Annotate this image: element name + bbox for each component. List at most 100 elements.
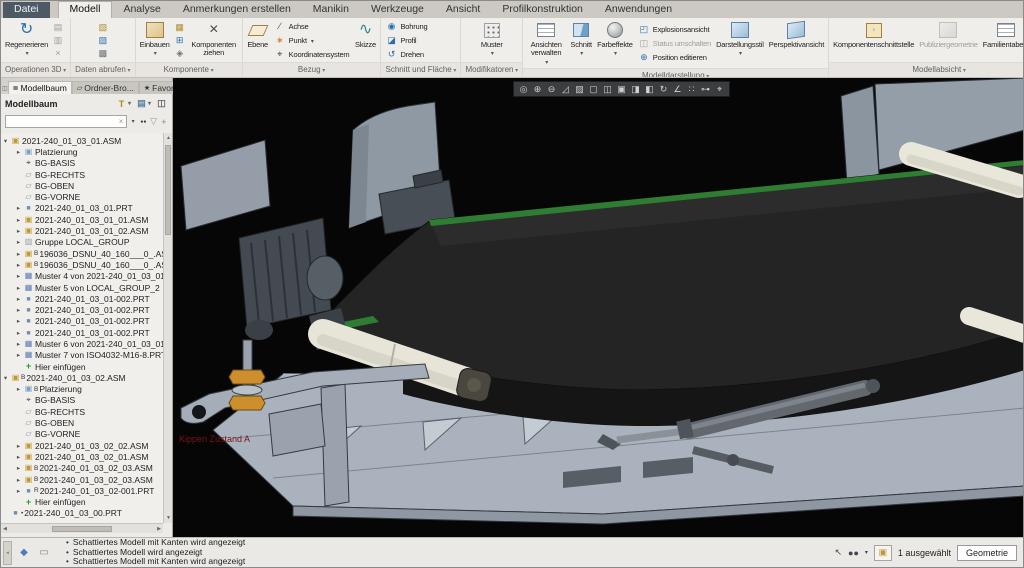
tree-item[interactable]: Muster 5 von LOCAL_GROUP_2 [1,282,163,293]
viewport-toolbar-icon[interactable]: ⌖ [713,82,726,96]
tree-expand-arrow[interactable] [14,476,23,484]
tree-filters-icon[interactable]: T [115,99,128,109]
tree-item[interactable]: 2021-240_01_03_02_01.ASM [1,451,163,462]
search-clear-icon[interactable]: × [116,117,126,126]
tree-item[interactable]: Platzierung [1,146,163,157]
viewport-toolbar-icon[interactable]: ↻ [657,82,670,96]
ribbon-tab[interactable]: Werkzeuge [360,2,435,18]
copy-geometry-icon[interactable]: ▩ [97,47,109,59]
drag-components-button[interactable]: × Komponenten ziehen [188,19,240,61]
scroll-up-icon[interactable]: ▲ [164,133,173,143]
repeat-component-icon[interactable]: ⊞ [174,34,186,46]
ribbon-tab[interactable]: Modell [58,1,113,18]
copy-icon[interactable]: ▤ [52,21,64,33]
tree-search-box[interactable]: × [5,115,127,128]
tree-item[interactable]: BG-BASIS [1,158,163,169]
tree-item[interactable]: • 2021-240_01_03_00.PRT [1,508,163,519]
tree-item[interactable]: 2021-240_01_03_01_01.ASM [1,214,163,225]
csys-button[interactable]: ⌖ Koordinatensystem [272,48,352,61]
search-tool-icon[interactable]: ●● [848,548,859,558]
tree-expand-arrow[interactable] [14,464,23,472]
group-label-bezug[interactable]: Bezug [243,62,381,77]
toggle-status-button[interactable]: ◫ Status umschalten [636,37,713,50]
viewport-toolbar-icon[interactable]: ◫ [601,82,614,96]
group-label-modifikatoren[interactable]: Modifikatoren [461,62,522,77]
appearances-button[interactable]: Farbeffekte [595,19,635,67]
edit-position-button[interactable]: ⊕ Position editieren [636,51,713,64]
tree-item[interactable]: 2021-240_01_03_01-002.PRT [1,327,163,338]
tree-expand-arrow[interactable] [14,340,23,348]
tree-item[interactable]: Muster 6 von 2021-240_01_03_01-003.PRT [1,338,163,349]
scroll-down-icon[interactable]: ▼ [164,513,173,523]
tree-expand-arrow[interactable] [14,238,23,246]
tree-item[interactable]: B 2021-240_01_03_02_03.ASM [1,474,163,485]
assemble-button[interactable]: Einbauen [138,19,172,61]
tree-expand-arrow[interactable] [14,216,23,224]
tree-item[interactable]: Hier einfügen [1,497,163,508]
filter-funnel-icon[interactable]: ▽ [150,116,158,127]
graphics-viewport[interactable]: ◎⊕⊖◿▨▢◫▣◨◧↻∠∷⊶⌖ [173,78,1024,537]
tree-item[interactable]: 2021-240_01_03_01_02.ASM [1,225,163,236]
viewport-toolbar-icon[interactable]: ⊶ [699,82,712,96]
group-label-modelldarstellung[interactable]: Modelldarstellung [523,68,828,78]
tree-item[interactable]: BG-RECHTS [1,169,163,180]
tree-item[interactable]: BG-OBEN [1,417,163,428]
search-binoculars-icon[interactable]: ●● [139,119,147,125]
tree-item[interactable]: 2021-240_01_03_01-002.PRT [1,316,163,327]
tree-item[interactable]: B Platzierung [1,384,163,395]
viewport-toolbar-icon[interactable]: ◧ [643,82,656,96]
manage-views-button[interactable]: Ansichten verwalten [525,19,567,67]
viewport-toolbar-icon[interactable]: ▣ [615,82,628,96]
tree-expand-arrow[interactable] [14,385,23,393]
search-tool-dropdown-icon[interactable]: ▾ [865,549,868,556]
find-in-model-button[interactable]: ▣ [874,545,892,561]
tree-expand-arrow[interactable] [1,374,10,382]
ribbon-tab[interactable]: Anwendungen [594,2,683,18]
scroll-left-icon[interactable]: ◀ [3,526,7,532]
tree-expand-arrow[interactable] [14,148,23,156]
tree-item[interactable]: 2021-240_01_03_01.ASM [1,135,163,146]
tree-expand-arrow[interactable] [14,227,23,235]
viewport-toolbar-icon[interactable]: ◨ [629,82,642,96]
tree-expand-arrow[interactable] [14,317,23,325]
group-label-komponente[interactable]: Komponente [136,62,242,77]
scrollbar-thumb[interactable] [52,526,112,532]
tree-item[interactable]: 2021-240_01_03_01.PRT [1,203,163,214]
tree-item[interactable]: Muster 7 von ISO4032-M16-8.PRT [1,350,163,361]
paste-icon[interactable]: ▥ [52,34,64,46]
expand-search-icon[interactable]: + [160,117,168,127]
tree-item[interactable]: B 2021-240_01_03_02_03.ASM [1,463,163,474]
select-box-icon[interactable]: ▭ [36,547,52,558]
extrude-button[interactable]: ◪ Profil [383,34,429,47]
package-icon[interactable]: ◈ [174,47,186,59]
group-label-schnitt-und-flaeche[interactable]: Schnitt und Fläche [381,62,460,77]
ribbon-tab[interactable]: Analyse [112,2,171,18]
exploded-view-button[interactable]: ◰ Explosionsansicht [636,23,713,36]
group-label-modellabsicht[interactable]: Modellabsicht [829,62,1023,77]
tree-expand-arrow[interactable] [14,204,23,212]
sidebar-tab[interactable]: ≣Modellbaum [8,81,72,94]
tree-expand-arrow[interactable] [14,442,23,450]
tree-expand-arrow[interactable] [14,250,23,258]
tree-columns-dropdown-icon[interactable]: ▾ [148,100,155,107]
tree-item[interactable]: Hier einfügen [1,361,163,372]
display-style-button[interactable]: Darstellungsstil [714,19,766,67]
import-data-icon[interactable]: ▨ [97,34,109,46]
tree-item[interactable]: BG-BASIS [1,395,163,406]
point-button[interactable]: ∗ Punkt [272,34,352,47]
search-options-dropdown-icon[interactable]: ▾ [129,118,137,125]
tree-item[interactable]: 2021-240_01_03_01-002.PRT [1,293,163,304]
tree-columns-icon[interactable]: ▤ [135,98,148,109]
viewport-toolbar-icon[interactable]: ◎ [517,82,530,96]
tree-search-input[interactable] [6,117,116,126]
tree-item[interactable]: B 196036_DSNU_40_160___0_.ASM [1,259,163,270]
tree-item[interactable]: Muster 4 von 2021-240_01_03_01-001.PRT [1,271,163,282]
component-interface-button[interactable]: ◦ Komponentenschnittstelle [831,19,916,61]
publish-geometry-button[interactable]: Publiziergeometrie [917,19,980,61]
viewport-toolbar-icon[interactable]: ⊖ [545,82,558,96]
tree-item[interactable]: BG-RECHTS [1,406,163,417]
viewport-toolbar-icon[interactable]: ⊕ [531,82,544,96]
tree-expand-arrow[interactable] [14,351,23,359]
tree-filters-dropdown-icon[interactable]: ▾ [128,100,135,107]
open-data-icon[interactable]: ▧ [97,21,109,33]
